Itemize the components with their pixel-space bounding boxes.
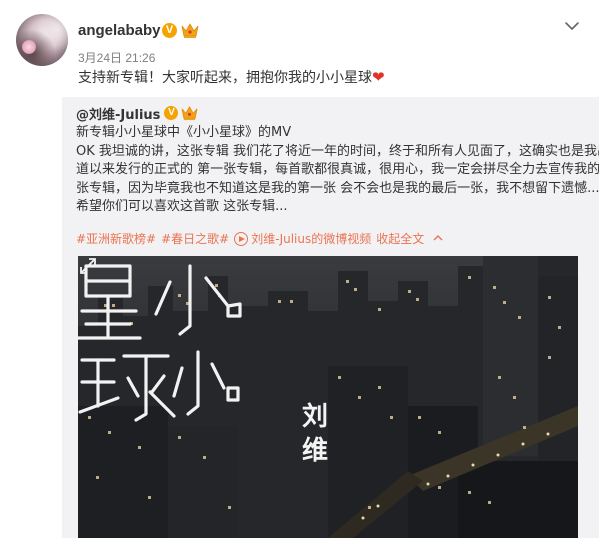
verified-icon: V — [162, 23, 177, 38]
repost-line: 张专辑，因为毕竟我也不知道这是我的第一张 会不会也是我的最后一张，我不想留下遗憾… — [76, 180, 599, 196]
hashtag-link[interactable]: #亚洲新歌榜# — [76, 230, 156, 247]
post-message: 支持新专辑！大家听起来，拥抱你我的小小星球 — [78, 70, 372, 86]
repost-line: 新专辑小小星球中《小小星球》的MV — [76, 125, 292, 140]
fullscreen-icon[interactable] — [78, 256, 98, 276]
repost-author-line: @刘维-Julius V — [76, 103, 199, 123]
verified-icon: V — [164, 106, 179, 120]
collapse-label: 收起全文 — [376, 232, 425, 246]
chevron-down-icon[interactable] — [562, 16, 582, 36]
repost-text: 新专辑小小星球中《小小星球》的MV OK 我坦诚的讲，这张专辑 我们花了将近一年… — [76, 124, 599, 217]
video-player[interactable]: 刘维 — [78, 256, 578, 538]
heart-icon: ❤ — [372, 68, 385, 86]
crown-icon — [181, 23, 199, 38]
caret-up-icon — [433, 235, 443, 241]
avatar-photo — [16, 14, 68, 66]
hashtag-link[interactable]: #春日之歌# — [161, 230, 229, 247]
weibo-post: angelababy V 3月24日 21:26 支持新专辑！大家听起来，拥抱你… — [0, 0, 599, 538]
avatar-flower — [22, 40, 36, 54]
mv-title-art — [78, 264, 242, 422]
repost-author-link[interactable]: @刘维-Julius — [76, 104, 160, 123]
avatar[interactable] — [16, 14, 68, 66]
post-text: 支持新专辑！大家听起来，拥抱你我的小小星球❤ — [78, 68, 385, 87]
repost-line: 希望你们可以喜欢这首歌 这张专辑... — [76, 199, 288, 214]
repost-line: 道以来发行的正式的 第一张专辑，每首歌都很真诚，很用心，我一定会拼尽全力去宣传我… — [76, 162, 599, 177]
repost-card: @刘维-Julius V 新专辑小小星球中《小小星球》的MV OK 我坦诚的讲，… — [62, 97, 599, 538]
artist-name-text: 刘维 — [301, 402, 328, 466]
post-timestamp[interactable]: 3月24日 21:26 — [78, 49, 155, 66]
collapse-link[interactable]: 收起全文 — [376, 230, 444, 247]
video-link[interactable]: 刘维-Julius的微博视频 — [251, 230, 371, 247]
tag-row: #亚洲新歌榜# #春日之歌# 刘维-Julius的微博视频 收起全文 — [76, 230, 449, 247]
username-link[interactable]: angelababy — [78, 22, 161, 39]
crown-icon — [182, 106, 198, 121]
repost-line: OK 我坦诚的讲，这张专辑 我们花了将近一年的时间，终于和所有人见面了，这确实也… — [76, 143, 599, 159]
video-play-icon — [234, 231, 249, 246]
